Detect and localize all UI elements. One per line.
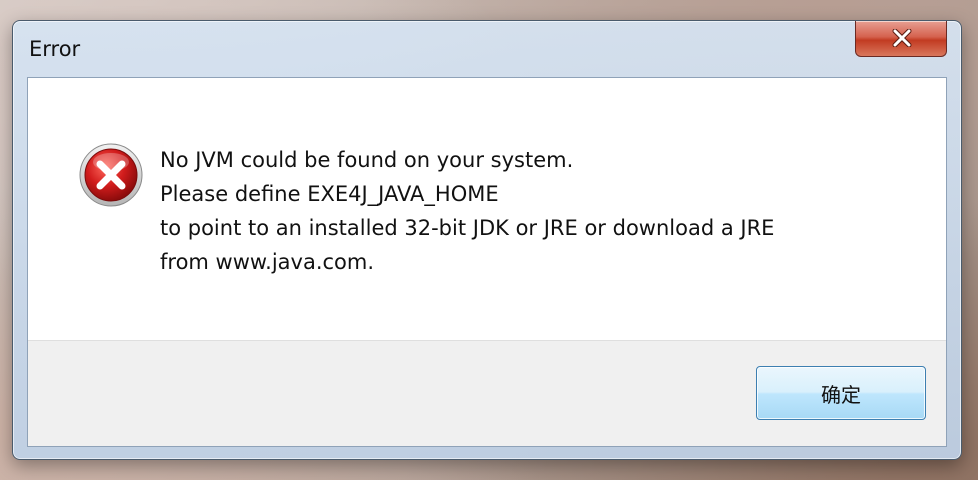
message-line: Please define EXE4J_JAVA_HOME bbox=[160, 182, 499, 206]
button-bar: 确定 bbox=[28, 340, 946, 446]
message-line: No JVM could be found on your system. bbox=[160, 148, 574, 172]
error-icon bbox=[79, 143, 143, 207]
window-title: Error bbox=[29, 37, 81, 61]
title-bar[interactable]: Error bbox=[13, 21, 961, 77]
dialog-client-area: No JVM could be found on your system. Pl… bbox=[27, 77, 947, 447]
error-dialog: Error No JVM could be found on your syst… bbox=[12, 20, 962, 460]
error-message: No JVM could be found on your system. Pl… bbox=[160, 143, 774, 279]
message-line: from www.java.com. bbox=[160, 250, 375, 274]
ok-button[interactable]: 确定 bbox=[756, 366, 926, 420]
message-area: No JVM could be found on your system. Pl… bbox=[28, 78, 946, 340]
close-button[interactable] bbox=[855, 21, 947, 57]
close-icon bbox=[892, 29, 912, 47]
message-line: to point to an installed 32-bit JDK or J… bbox=[160, 216, 775, 240]
